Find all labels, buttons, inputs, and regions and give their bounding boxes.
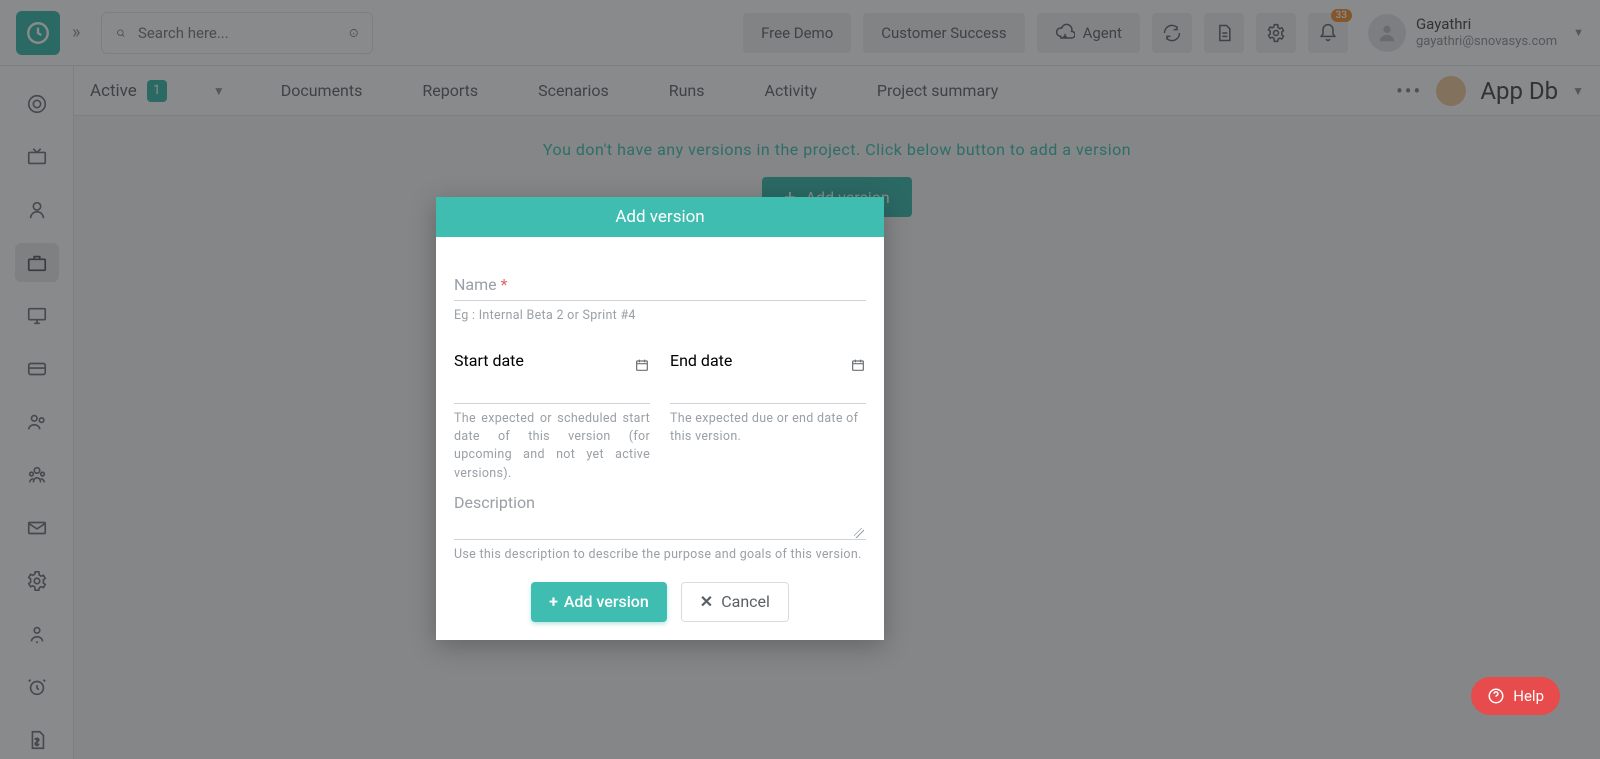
help-icon: [1487, 687, 1505, 705]
add-version-modal: Add version Name* Eg : Internal Beta 2 o…: [436, 197, 884, 640]
description-label: Description: [454, 493, 535, 512]
description-input[interactable]: [454, 512, 866, 540]
calendar-icon[interactable]: [634, 357, 650, 377]
modal-submit-button[interactable]: + Add version: [531, 582, 667, 622]
description-hint: Use this description to describe the pur…: [454, 546, 866, 564]
start-date-input[interactable]: [454, 370, 650, 404]
dates-row: Start date The expected or scheduled sta…: [454, 351, 866, 483]
end-date-hint: The expected due or end date of this ver…: [670, 410, 866, 446]
end-date-label: End date: [670, 351, 732, 370]
modal-title: Add version: [436, 197, 884, 237]
modal-cancel-button[interactable]: ✕ Cancel: [681, 582, 789, 622]
help-label: Help: [1513, 687, 1544, 705]
plus-icon: +: [549, 592, 558, 611]
modal-submit-label: Add version: [564, 592, 649, 611]
start-date-field: Start date The expected or scheduled sta…: [454, 351, 650, 483]
calendar-icon[interactable]: [850, 357, 866, 377]
end-date-input[interactable]: [670, 370, 866, 404]
start-date-label: Start date: [454, 351, 524, 370]
name-field: Name*: [454, 267, 866, 301]
modal-actions: + Add version ✕ Cancel: [454, 582, 866, 622]
resize-handle-icon[interactable]: [854, 528, 864, 538]
close-icon: ✕: [700, 592, 713, 611]
description-field: Description: [454, 493, 866, 540]
name-hint: Eg : Internal Beta 2 or Sprint #4: [454, 307, 866, 325]
modal-body: Name* Eg : Internal Beta 2 or Sprint #4 …: [436, 237, 884, 640]
end-date-field: End date The expected due or end date of…: [670, 351, 866, 483]
start-date-hint: The expected or scheduled start date of …: [454, 410, 650, 483]
name-input[interactable]: [454, 267, 866, 301]
help-fab[interactable]: Help: [1471, 677, 1560, 715]
modal-cancel-label: Cancel: [721, 592, 770, 611]
